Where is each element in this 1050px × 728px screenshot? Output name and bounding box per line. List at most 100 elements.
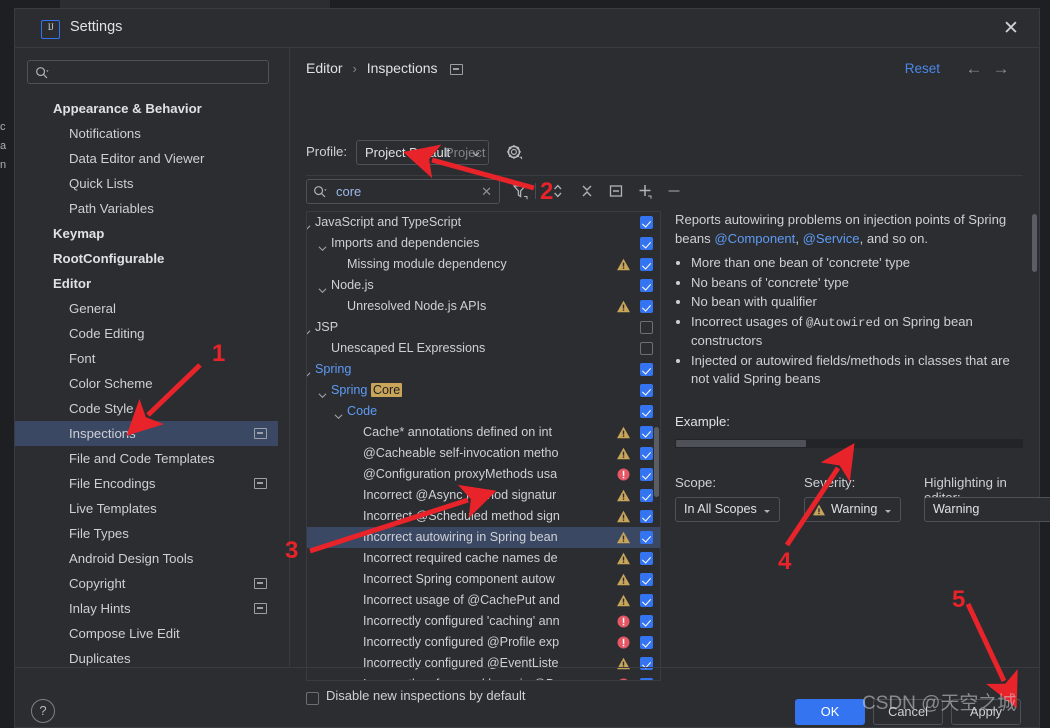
tree-row-checkbox[interactable] [640,678,653,680]
tree-row-checkbox[interactable] [640,405,653,418]
severity-dropdown[interactable]: Warning [804,497,901,522]
breadcrumb-root[interactable]: Editor [306,60,343,76]
tree-row-checkbox[interactable] [640,426,653,439]
tree-row-checkbox[interactable] [640,531,653,544]
tree-row-label: Cache* annotations defined on int [363,425,553,439]
description-scrollbar[interactable] [1032,214,1037,272]
sidebar-item-editor[interactable]: Editor [15,271,278,304]
tree-row[interactable]: Spring [307,359,660,380]
tree-row-checkbox[interactable] [640,447,653,460]
tree-row[interactable]: Node.js [307,275,660,296]
disable-new-inspections-checkbox[interactable] [306,692,319,705]
scope-dropdown[interactable]: In All Scopes [675,497,780,522]
tree-row[interactable]: Imports and dependencies [307,233,660,254]
tree-row-checkbox[interactable] [640,216,653,229]
apply-button[interactable]: Apply [951,699,1021,725]
tree-row-checkbox[interactable] [640,594,653,607]
sidebar-item-file-and-code-templates[interactable]: File and Code Templates [15,446,278,471]
sidebar-item-file-encodings[interactable]: File Encodings [15,471,278,496]
remove-button[interactable] [662,179,686,203]
help-button[interactable]: ? [31,699,55,723]
sidebar-item-copyright[interactable]: Copyright [15,571,278,606]
sidebar-item-file-types[interactable]: File Types [15,521,278,546]
tree-row[interactable]: Incorrect @Async method signatur [307,485,660,506]
sidebar-item-duplicates[interactable]: Duplicates [15,646,278,667]
sidebar-item-live-templates[interactable]: Live Templates [15,496,278,521]
sidebar-item-compose-live-edit[interactable]: Compose Live Edit [15,621,278,646]
inspection-filter-input[interactable]: core ✕ [306,179,500,204]
forward-arrow-icon[interactable]: → [990,59,1012,79]
tree-row-checkbox[interactable] [640,258,653,271]
tree-row[interactable]: Missing module dependency [307,254,660,275]
tree-row[interactable]: @Configuration proxyMethods usa [307,464,660,485]
highlighting-dropdown[interactable]: Warning [924,497,1050,522]
sidebar-item-code-style[interactable]: Code Style [15,396,278,431]
sidebar-item-list: Appearance & Behavior Notifications Data E… [15,96,278,667]
tree-row-checkbox[interactable] [640,552,653,565]
sidebar-item-color-scheme[interactable]: Color Scheme [15,371,278,406]
sidebar-item-android-design-tools[interactable]: Android Design Tools [15,546,278,571]
tree-row[interactable]: Incorrect required cache names de [307,548,660,569]
tree-row-checkbox[interactable] [640,615,653,628]
sidebar-item-quick-lists[interactable]: Quick Lists [15,171,278,196]
sidebar-item-inspections[interactable]: Inspections [15,421,278,446]
add-button[interactable] [633,179,657,203]
tree-row-checkbox[interactable] [640,321,653,334]
tree-row-checkbox[interactable] [640,384,653,397]
tree-row[interactable]: Unresolved Node.js APIs [307,296,660,317]
sidebar-item-notifications[interactable]: Notifications [15,121,278,146]
tree-row[interactable]: Cache* annotations defined on int [307,422,660,443]
tree-row[interactable]: Incorrect autowiring in Spring bean [307,527,660,548]
tree-row[interactable]: Incorrectly configured 'caching' ann [307,611,660,632]
tree-row[interactable]: Incorrect usage of @CachePut and [307,590,660,611]
tree-row[interactable]: Incorrectly configured @EventListe [307,653,660,674]
back-arrow-icon[interactable]: ← [963,59,985,79]
sidebar-item-rootconfigurable[interactable]: RootConfigurable [15,246,278,281]
collapse-all-button[interactable] [575,179,599,203]
tree-row[interactable]: Unescaped EL Expressions [307,338,660,359]
settings-search-input[interactable] [27,60,269,84]
sidebar-item-inlay-hints[interactable]: Inlay Hints [15,596,278,621]
tree-row-checkbox[interactable] [640,573,653,586]
tree-row[interactable]: @Cacheable self-invocation metho [307,443,660,464]
sidebar-item-appearance-behavior[interactable]: Appearance & Behavior [15,96,278,121]
tree-scrollbar[interactable] [654,427,659,497]
tree-row-checkbox[interactable] [640,279,653,292]
tree-row[interactable]: Incorrect Spring component autow [307,569,660,590]
error-icon [617,636,630,649]
profile-dropdown[interactable]: Project Default Project [356,140,489,165]
tree-row-checkbox[interactable] [640,636,653,649]
close-icon[interactable]: ✕ [999,17,1023,41]
tree-row-checkbox[interactable] [640,363,653,376]
sidebar-item-general[interactable]: General [15,296,278,331]
example-horizontal-scrollbar[interactable] [675,439,1023,448]
tree-row[interactable]: Code [307,401,660,422]
tree-row[interactable]: Incorrect @Scheduled method sign [307,506,660,527]
sidebar-item-keymap[interactable]: Keymap [15,221,278,246]
tree-row[interactable]: Incorrectly referenced bean in @Dе [307,674,660,680]
cancel-button[interactable]: Cancel [873,699,943,725]
clear-filter-icon[interactable]: ✕ [481,184,492,200]
tree-row[interactable]: Incorrectly configured @Profile exp [307,632,660,653]
tree-row[interactable]: JavaScript and TypeScript [307,212,660,233]
tree-row-checkbox[interactable] [640,300,653,313]
group-by-button[interactable] [604,179,628,203]
tree-row[interactable]: JSP [307,317,660,338]
sidebar-item-code-editing[interactable]: Code Editing [15,321,278,346]
sidebar-item-font[interactable]: Font [15,346,278,371]
gear-icon[interactable] [506,144,523,161]
tree-row[interactable]: Spring Core [307,380,660,401]
ok-button[interactable]: OK [795,699,865,725]
filter-funnel-button[interactable] [508,179,532,203]
tree-row-checkbox[interactable] [640,342,653,355]
tree-row-checkbox[interactable] [640,237,653,250]
reset-link[interactable]: Reset [905,61,940,76]
inspection-tree[interactable]: JavaScript and TypeScript Imports and dep… [306,211,661,681]
tree-row-checkbox[interactable] [640,510,653,523]
tree-row-checkbox[interactable] [640,468,653,481]
tree-row-checkbox[interactable] [640,657,653,670]
tree-row-checkbox[interactable] [640,489,653,502]
sidebar-item-path-variables[interactable]: Path Variables [15,196,278,221]
settings-sync-icon[interactable] [450,64,464,75]
sidebar-item-data-editor-and-viewer[interactable]: Data Editor and Viewer [15,146,278,171]
